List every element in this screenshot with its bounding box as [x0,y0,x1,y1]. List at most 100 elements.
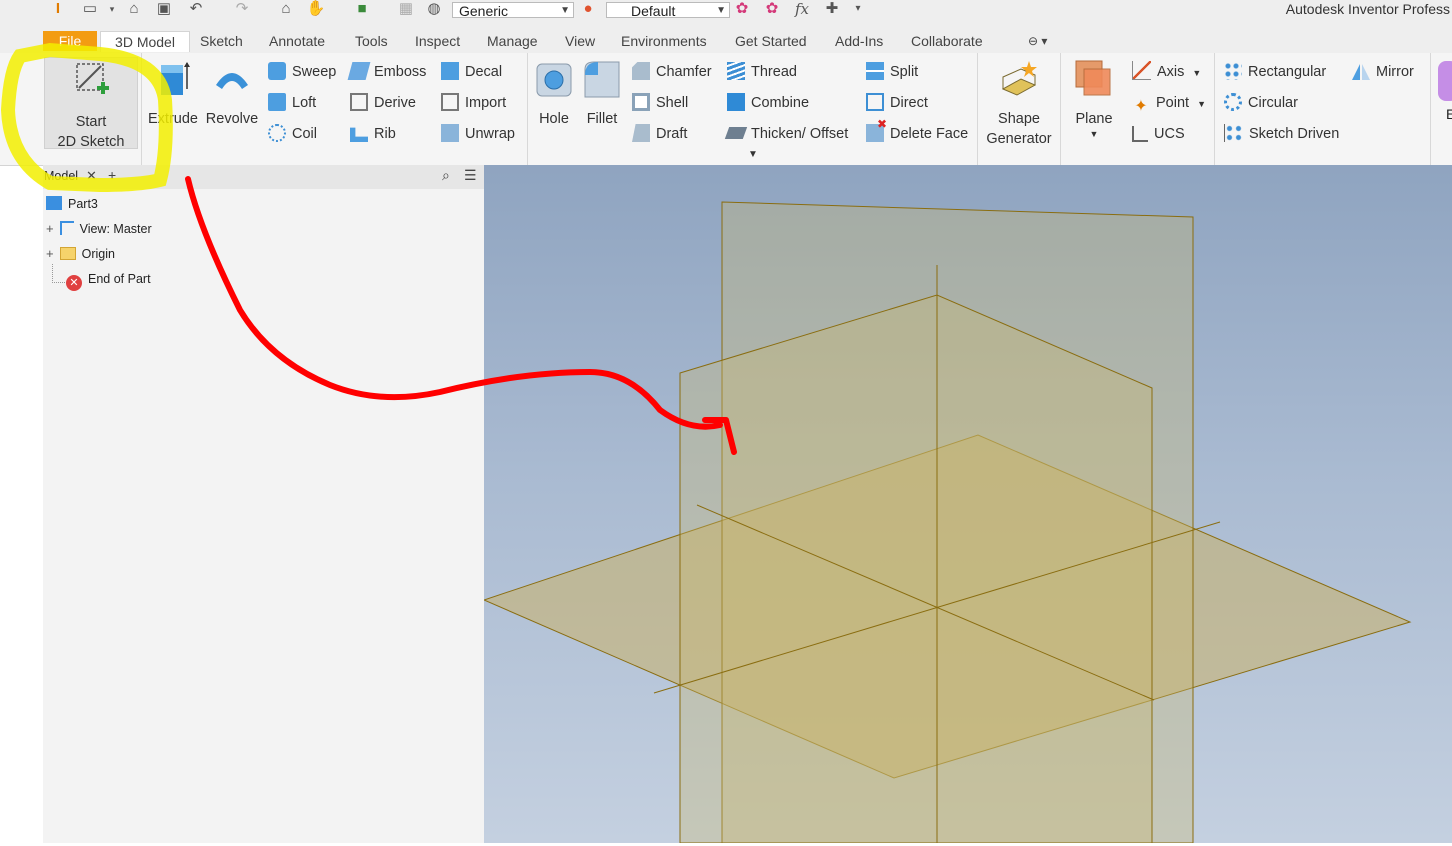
tab-get-started[interactable]: Get Started [735,31,807,51]
ucs-button[interactable]: UCS [1132,122,1185,146]
expand-icon[interactable]: + [46,221,54,236]
rebuild-icon[interactable]: ▦ [396,0,416,18]
loft-button[interactable]: Loft [268,91,316,115]
tree-item-part3[interactable]: Part3 [46,195,98,213]
search-icon[interactable]: ⌕ [442,167,450,184]
hole-icon [536,63,572,97]
chevron-down-icon: ▼ [716,5,726,16]
save-icon[interactable]: ▣ [154,0,174,18]
hole-button[interactable]: Hole [532,59,576,129]
new-dropdown-icon[interactable]: ▾ [102,0,122,18]
add-tab-icon[interactable]: + [108,167,116,183]
plane-dropdown-icon[interactable]: ▼ [1068,129,1120,139]
axis-dropdown-icon[interactable]: ▼ [1192,68,1201,78]
shell-label: Shell [656,95,689,111]
tab-file[interactable]: File [43,31,97,51]
add-icon[interactable]: ✚ [822,0,842,18]
revolve-button[interactable]: Revolve [204,59,260,129]
ribbon-display-toggle-icon[interactable]: ⊖ ▾ [1028,31,1047,51]
point-dropdown-icon[interactable]: ▼ [1197,99,1206,109]
thread-button[interactable]: Thread [727,60,797,84]
fillet-label: Fillet [586,111,618,127]
browser-tab-model[interactable]: Model [44,169,78,183]
redo-icon[interactable]: ↷ [232,0,252,18]
close-icon[interactable]: ✕ [86,168,97,184]
revolve-icon [216,73,248,89]
shape-generator-button[interactable]: Shape Generator [982,59,1056,149]
tab-sketch[interactable]: Sketch [200,31,243,51]
chevron-down-icon: ▼ [560,5,570,16]
rib-button[interactable]: Rib [350,122,396,146]
unwrap-icon [441,124,459,142]
split-button[interactable]: Split [866,60,918,84]
direct-icon [866,93,884,111]
sketch-driven-pattern-button[interactable]: Sketch Driven [1224,122,1339,146]
expand-icon[interactable]: + [46,246,54,261]
parameters-icon[interactable]: fx [792,0,812,18]
undo-icon[interactable]: ↶ [186,0,206,18]
decal-label: Decal [465,64,503,80]
update-icon[interactable]: ■ [352,0,372,18]
tab-inspect[interactable]: Inspect [415,31,460,51]
new-file-icon[interactable]: ▭ [80,0,100,18]
tab-collaborate[interactable]: Collaborate [911,31,983,51]
start-2d-sketch-button[interactable]: Start 2D Sketch [44,57,138,150]
unwrap-button[interactable]: Unwrap [441,122,515,146]
plane-button[interactable]: Plane ▼ [1068,59,1120,139]
mirror-button[interactable]: Mirror [1352,60,1414,84]
coil-button[interactable]: Coil [268,122,317,146]
derive-label: Derive [374,95,416,111]
shell-button[interactable]: Shell [632,91,688,115]
circular-pattern-button[interactable]: Circular [1224,91,1298,115]
clear-appearance-icon[interactable]: ✿ [762,0,782,18]
delete-face-button[interactable]: ✖ Delete Face [866,118,969,146]
chamfer-button[interactable]: Chamfer [632,60,712,84]
appearance-dropdown[interactable]: Default ▼ [606,2,730,19]
derive-button[interactable]: Derive [350,91,416,115]
tab-add-ins[interactable]: Add-Ins [835,31,883,51]
material-dropdown[interactable]: Generic ▼ [452,2,574,19]
modify-panel-expand-icon[interactable]: ▼ [748,149,758,160]
graphics-viewport[interactable] [482,165,1452,844]
ribbon-panel: Start 2D Sketch Extrude Revolve Sweep Lo… [0,53,1452,166]
decal-button[interactable]: Decal [441,60,502,84]
rectangular-pattern-button[interactable]: Rectangular [1224,60,1326,84]
emboss-button[interactable]: Emboss [347,60,426,84]
tree-item-label: Origin [81,247,115,261]
freeform-icon[interactable] [1438,61,1452,101]
direct-button[interactable]: Direct [866,91,928,115]
adjust-icon[interactable]: ✿ [732,0,752,18]
tab-annotate[interactable]: Annotate [269,31,325,51]
draft-button[interactable]: Draft [632,122,687,146]
point-button[interactable]: ✦ Point ▼ [1132,91,1206,115]
tree-item-origin[interactable]: + Origin [46,245,115,263]
open-icon[interactable]: ⌂ [124,0,144,18]
tree-item-view-master[interactable]: + View: Master [46,220,152,238]
sweep-button[interactable]: Sweep [268,60,336,84]
tab-tools[interactable]: Tools [355,31,388,51]
import-button[interactable]: Import [441,91,506,115]
direct-label: Direct [890,95,928,111]
customize-qat-icon[interactable]: ▾ [848,0,868,18]
menu-icon[interactable]: ☰ [464,167,477,184]
xy-plane[interactable] [679,294,1153,844]
extrude-button[interactable]: Extrude [146,59,200,129]
tab-view[interactable]: View [565,31,595,51]
tab-3d-model[interactable]: 3D Model [100,31,190,52]
freeform-label: E [1446,106,1452,122]
origin-planes[interactable] [482,165,1452,844]
home-icon[interactable]: ⌂ [276,0,296,18]
view-rep-icon [59,221,74,235]
select-icon[interactable]: ✋ [306,0,326,18]
thicken-offset-button[interactable]: Thicken/ Offset [724,122,848,146]
ribbon-divider [1214,53,1215,165]
extrude-icon [161,62,190,95]
extrude-label: Extrude [148,111,198,127]
delete-face-label: Delete Face [890,126,969,142]
tab-environments[interactable]: Environments [621,31,707,51]
axis-button[interactable]: Axis ▼ [1132,60,1201,84]
tree-item-end-of-part[interactable]: ✕ End of Part [66,270,151,291]
fillet-button[interactable]: Fillet [580,59,624,129]
tab-manage[interactable]: Manage [487,31,538,51]
combine-button[interactable]: Combine [727,91,809,115]
